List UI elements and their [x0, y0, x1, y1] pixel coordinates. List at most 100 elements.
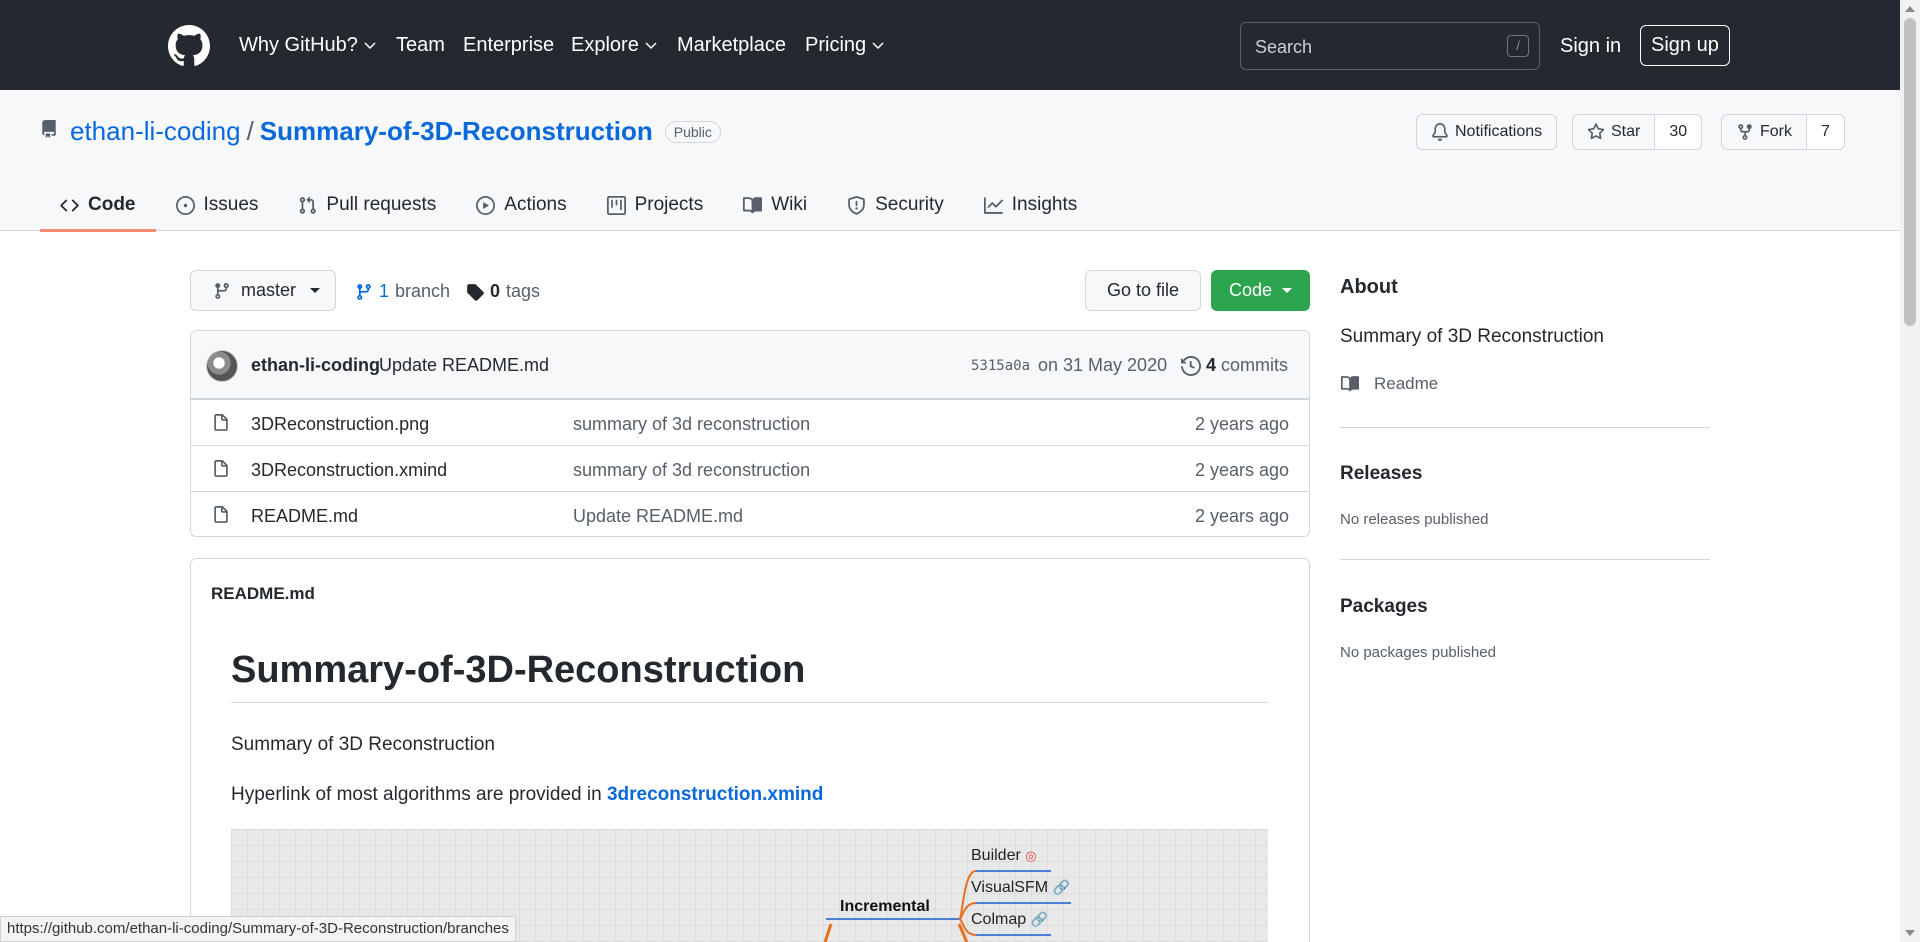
branch-icon [215, 282, 229, 299]
avatar[interactable] [206, 350, 238, 382]
commit-message-link[interactable]: Update README.md [379, 355, 549, 376]
caret-down-icon [1282, 288, 1293, 293]
file-commit-message[interactable]: summary of 3d reconstruction [573, 414, 810, 435]
file-row[interactable]: README.md Update README.md 2 years ago [191, 491, 1309, 536]
nav-explore[interactable]: Explore [571, 34, 657, 57]
branch-name: master [241, 280, 297, 300]
sign-up-button[interactable]: Sign up [1640, 25, 1730, 66]
history-icon [1181, 355, 1201, 376]
code-icon [60, 199, 79, 211]
file-commit-message[interactable]: summary of 3d reconstruction [573, 460, 810, 481]
caret-down-icon [310, 288, 321, 293]
search-placeholder: Search [1255, 37, 1313, 57]
tab-issues[interactable]: Issues [156, 180, 279, 230]
star-icon [1587, 123, 1605, 140]
fork-button[interactable]: Fork 7 [1721, 114, 1845, 150]
file-row[interactable]: 3DReconstruction.png summary of 3d recon… [191, 399, 1309, 445]
go-to-file-button[interactable]: Go to file [1085, 270, 1201, 311]
repo-title: ethan-li-coding / Summary-of-3D-Reconstr… [70, 116, 721, 147]
commit-sha-link[interactable]: 5315a0a [971, 358, 1030, 374]
nav-label: Marketplace [677, 34, 786, 56]
nav-label: Explore [571, 34, 639, 56]
mindmap-node-label: VisualSFM [971, 879, 1049, 896]
nav-team[interactable]: Team [396, 34, 445, 57]
repo-tabs: Code Issues Pull requests Actions Projec… [40, 180, 1097, 232]
repo-owner-link[interactable]: ethan-li-coding [70, 116, 241, 147]
file-age: 2 years ago [1194, 506, 1289, 526]
tab-label: Insights [1011, 194, 1078, 215]
search-shortcut-key: / [1507, 35, 1529, 57]
readme-link-label: Readme [1374, 374, 1439, 393]
notifications-label: Notifications [1455, 123, 1543, 140]
file-name-link[interactable]: README.md [251, 506, 358, 527]
scroll-down-arrow-icon[interactable] [1905, 930, 1915, 936]
tab-label: Security [875, 194, 944, 215]
bell-icon [1432, 123, 1448, 141]
file-commit-message[interactable]: Update README.md [573, 506, 743, 527]
tab-label: Pull requests [326, 194, 437, 215]
file-icon [214, 460, 228, 477]
readme-link[interactable]: Readme [1340, 374, 1438, 394]
nav-label: Why GitHub? [239, 34, 358, 56]
tag-icon [467, 283, 484, 301]
repo-name-link[interactable]: Summary-of-3D-Reconstruction [260, 116, 653, 147]
about-heading: About [1340, 276, 1398, 298]
latest-commit-bar: ethan-li-coding Update README.md 5315a0a… [191, 331, 1309, 399]
global-header: Why GitHub? Team Enterprise Explore Mark… [0, 0, 1900, 90]
star-count[interactable]: 30 [1654, 115, 1702, 149]
branch-count: 1 [379, 281, 390, 301]
tab-label: Wiki [771, 194, 808, 215]
releases-heading[interactable]: Releases [1340, 463, 1422, 485]
tab-pull-requests[interactable]: Pull requests [278, 180, 456, 230]
nav-pricing[interactable]: Pricing [805, 34, 884, 57]
file-icon [214, 414, 228, 431]
mindmap-node-label: Builder [971, 847, 1021, 864]
file-name-link[interactable]: 3DReconstruction.png [251, 414, 429, 435]
project-icon [606, 195, 626, 215]
nav-enterprise[interactable]: Enterprise [463, 34, 554, 57]
branch-word: branch [395, 281, 451, 301]
star-button[interactable]: Star 30 [1572, 114, 1703, 150]
tab-projects[interactable]: Projects [587, 180, 724, 230]
file-age: 2 years ago [1194, 460, 1289, 480]
sidebar-divider [1340, 427, 1710, 428]
commit-author-link[interactable]: ethan-li-coding [251, 355, 380, 376]
graph-icon [983, 196, 1003, 214]
packages-note: No packages published [1340, 644, 1496, 661]
file-row[interactable]: 3DReconstruction.xmind summary of 3d rec… [191, 445, 1309, 491]
commits-link[interactable]: 4 commits [1181, 355, 1288, 376]
tab-actions[interactable]: Actions [456, 180, 586, 230]
tab-wiki[interactable]: Wiki [723, 180, 827, 230]
tab-security[interactable]: Security [827, 180, 964, 230]
fork-icon [1738, 124, 1752, 140]
scroll-up-arrow-icon[interactable] [1905, 6, 1915, 12]
sign-in-link[interactable]: Sign in [1560, 35, 1621, 58]
repo-separator: / [246, 116, 254, 146]
packages-heading[interactable]: Packages [1340, 596, 1428, 618]
tab-code[interactable]: Code [40, 180, 156, 232]
tab-label: Projects [634, 194, 704, 215]
xmind-link[interactable]: 3dreconstruction.xmind [607, 784, 823, 805]
page-scrollbar[interactable] [1900, 0, 1920, 942]
tab-insights[interactable]: Insights [964, 180, 1097, 230]
code-dropdown-button[interactable]: Code [1211, 270, 1310, 311]
file-name-link[interactable]: 3DReconstruction.xmind [251, 460, 447, 481]
nav-why-github[interactable]: Why GitHub? [239, 34, 376, 57]
github-logo-icon[interactable] [168, 25, 210, 67]
visibility-badge: Public [664, 120, 721, 143]
nav-label: Enterprise [463, 34, 555, 56]
nav-label: Team [396, 34, 445, 56]
branch-selector[interactable]: master [190, 270, 336, 311]
branches-link[interactable]: 1 branch [355, 281, 450, 302]
file-icon [214, 506, 228, 523]
fork-count[interactable]: 7 [1806, 115, 1844, 149]
notifications-button[interactable]: Notifications [1416, 114, 1558, 150]
nav-marketplace[interactable]: Marketplace [677, 34, 786, 57]
chevron-down-icon [364, 41, 376, 49]
readme-header: README.md [211, 584, 315, 603]
link-preview-statusbar: https://github.com/ethan-li-coding/Summa… [0, 916, 516, 942]
tags-link[interactable]: 0 tags [466, 281, 540, 302]
search-input[interactable]: Search / [1240, 22, 1540, 70]
chevron-down-icon [645, 41, 657, 49]
scrollbar-thumb[interactable] [1904, 18, 1916, 326]
